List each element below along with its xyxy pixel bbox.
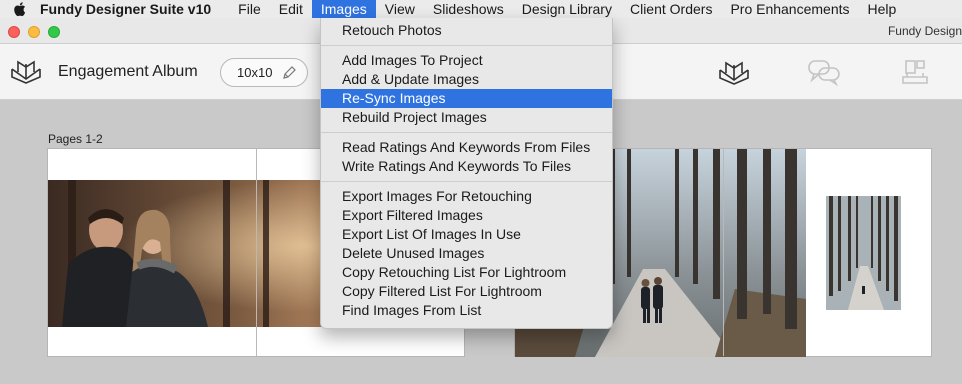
- menu-item-rebuild-project-images[interactable]: Rebuild Project Images: [321, 108, 612, 127]
- menu-item-find-images-from-list[interactable]: Find Images From List: [321, 301, 612, 320]
- menu-item-write-ratings-keywords[interactable]: Write Ratings And Keywords To Files: [321, 157, 612, 176]
- pencil-icon: [281, 65, 297, 84]
- spread-fold-line: [723, 149, 724, 356]
- menu-images[interactable]: Images: [311, 0, 376, 18]
- menu-item-copy-filtered-list[interactable]: Copy Filtered List For Lightroom: [321, 282, 612, 301]
- menu-item-export-list-in-use[interactable]: Export List Of Images In Use: [321, 225, 612, 244]
- menu-item-re-sync-images[interactable]: Re-Sync Images: [321, 89, 612, 108]
- menu-slideshows[interactable]: Slideshows: [424, 0, 513, 18]
- menu-item-export-for-retouching[interactable]: Export Images For Retouching: [321, 187, 612, 206]
- menu-item-read-ratings-keywords[interactable]: Read Ratings And Keywords From Files: [321, 138, 612, 157]
- chat-bubbles-icon[interactable]: [806, 58, 842, 91]
- spread-fold-line: [256, 149, 257, 356]
- menu-help[interactable]: Help: [859, 0, 906, 18]
- album-book-icon[interactable]: [10, 59, 42, 90]
- menu-design-library[interactable]: Design Library: [513, 0, 621, 18]
- menu-edit[interactable]: Edit: [270, 0, 312, 18]
- apple-icon[interactable]: [0, 0, 40, 18]
- menu-item-delete-unused-images[interactable]: Delete Unused Images: [321, 244, 612, 263]
- menu-bar: Fundy Designer Suite v10 File Edit Image…: [0, 0, 962, 18]
- menu-file[interactable]: File: [229, 0, 270, 18]
- menu-view[interactable]: View: [376, 0, 424, 18]
- layout-icon[interactable]: [900, 58, 930, 91]
- menu-item-add-images-to-project[interactable]: Add Images To Project: [321, 51, 612, 70]
- design-book-icon[interactable]: [718, 58, 750, 91]
- menu-item-copy-retouching-list[interactable]: Copy Retouching List For Lightroom: [321, 263, 612, 282]
- menu-item-export-filtered-images[interactable]: Export Filtered Images: [321, 206, 612, 225]
- album-size-button[interactable]: 10x10: [220, 58, 308, 87]
- pages-label: Pages 1-2: [48, 132, 103, 146]
- close-window-button[interactable]: [8, 26, 20, 38]
- minimize-window-button[interactable]: [28, 26, 40, 38]
- menu-item-retouch-photos[interactable]: Retouch Photos: [321, 21, 612, 40]
- forest-portrait-photo[interactable]: [826, 196, 901, 310]
- zoom-window-button[interactable]: [48, 26, 60, 38]
- menu-separator: [321, 181, 612, 182]
- album-title: Engagement Album: [58, 63, 198, 80]
- images-menu-dropdown: Retouch Photos Add Images To Project Add…: [320, 18, 613, 329]
- menu-client-orders[interactable]: Client Orders: [621, 0, 721, 18]
- menu-separator: [321, 132, 612, 133]
- app-name-menu[interactable]: Fundy Designer Suite v10: [40, 1, 211, 17]
- menu-pro-enhancements[interactable]: Pro Enhancements: [721, 0, 858, 18]
- album-size-label: 10x10: [237, 65, 273, 80]
- window-title: Fundy Design: [887, 24, 962, 38]
- menu-separator: [321, 45, 612, 46]
- menu-item-add-update-images[interactable]: Add & Update Images: [321, 70, 612, 89]
